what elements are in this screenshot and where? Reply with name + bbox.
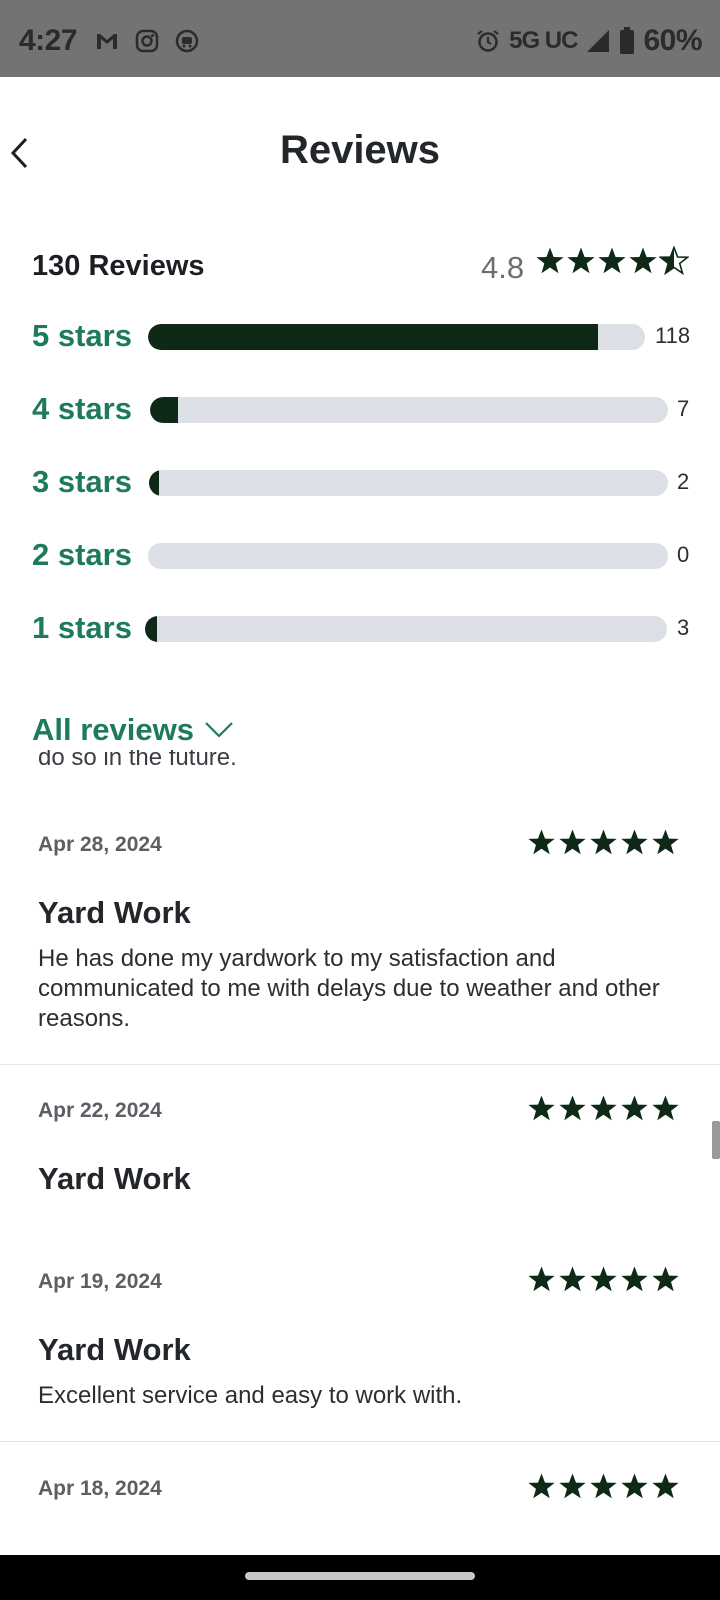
review-body: He has done my yardwork to my satisfacti… (38, 945, 660, 1032)
star-filled-icon (590, 1095, 617, 1121)
all-reviews-label: All reviews (32, 712, 194, 747)
average-rating-stars (535, 246, 689, 276)
rating-row-label: 2 stars (32, 537, 132, 572)
rating-bar-fill (150, 397, 178, 423)
instagram-icon (135, 29, 159, 53)
navigation-bar (0, 1555, 720, 1600)
star-filled-icon (528, 1266, 555, 1292)
rating-row-count: 2 (677, 469, 690, 494)
review-body-partial: do so in the future. (38, 750, 237, 771)
network-indicator: 5G UC (509, 27, 578, 54)
review-body: Excellent service and easy to work with. (38, 1382, 463, 1409)
alarm-icon (477, 30, 499, 52)
star-filled-icon (590, 1266, 617, 1292)
back-button[interactable] (0, 128, 40, 178)
review-stars (527, 1265, 680, 1294)
star-filled-icon (652, 829, 679, 855)
page-title: Reviews (279, 128, 441, 172)
rating-bar-fill (145, 616, 157, 642)
rating-row[interactable]: 2 stars 0 (0, 535, 720, 575)
star-filled-icon (652, 1473, 679, 1499)
rating-row-count: 0 (677, 542, 690, 567)
rating-bar-fill (148, 324, 599, 350)
status-bar: 4:27 5G UC 60% (0, 0, 720, 77)
star-filled-icon (621, 1266, 648, 1292)
review-title: Yard Work (38, 1161, 191, 1196)
star-filled-icon (621, 829, 648, 855)
chevron-left-icon (10, 137, 28, 169)
home-handle[interactable] (245, 1572, 475, 1580)
rating-bar-track (148, 324, 645, 350)
review-stars (527, 1094, 680, 1123)
star-filled-icon (528, 1095, 555, 1121)
review-stars (527, 1472, 680, 1501)
rating-bar-track (148, 543, 668, 569)
star-filled-icon (528, 1473, 555, 1499)
star-filled-icon (590, 829, 617, 855)
scrollbar-thumb[interactable] (712, 1121, 720, 1159)
rating-row[interactable]: 3 stars 2 (0, 462, 720, 502)
star-filled-icon (652, 1095, 679, 1121)
rating-bar-fill (149, 470, 159, 496)
app-icon (175, 29, 199, 53)
star-half-icon (659, 246, 689, 276)
rating-row-label: 4 stars (32, 391, 132, 426)
reviews-count: 130 Reviews (32, 250, 205, 282)
divider (0, 1064, 720, 1065)
star-filled-icon (652, 1266, 679, 1292)
rating-row[interactable]: 1 stars 3 (0, 608, 720, 648)
divider (0, 1441, 720, 1442)
rating-row-count: 3 (677, 615, 690, 640)
star-filled-icon (528, 829, 555, 855)
rating-bar-track (150, 397, 668, 423)
rating-row-label: 5 stars (32, 318, 132, 353)
star-filled-icon (590, 1473, 617, 1499)
review-list[interactable]: do so in the future. Apr 28, 2024 Yard W… (0, 750, 720, 1555)
star-filled-icon (559, 1473, 586, 1499)
review-date: Apr 18, 2024 (38, 1477, 162, 1500)
review-date: Apr 28, 2024 (38, 833, 162, 856)
review-title: Yard Work (38, 1332, 191, 1367)
signal-icon (587, 30, 610, 52)
review-date: Apr 22, 2024 (38, 1099, 162, 1122)
battery-percent: 60% (643, 24, 702, 57)
rating-bar-track (145, 616, 667, 642)
review-date: Apr 19, 2024 (38, 1270, 162, 1293)
average-rating: 4.8 (481, 250, 525, 285)
rating-row[interactable]: 4 stars 7 (0, 389, 720, 429)
review-title: Yard Work (38, 895, 191, 930)
review-stars (527, 828, 680, 857)
star-filled-icon (559, 1266, 586, 1292)
star-filled-icon (629, 247, 657, 274)
star-filled-icon (559, 1095, 586, 1121)
battery-icon (620, 27, 635, 54)
star-filled-icon (621, 1473, 648, 1499)
rating-row-label: 3 stars (32, 464, 132, 499)
status-time: 4:27 (19, 24, 78, 57)
rating-row-count: 118 (655, 323, 691, 348)
star-filled-icon (621, 1095, 648, 1121)
chevron-down-icon (205, 722, 233, 738)
star-filled-icon (567, 247, 595, 274)
rating-bar-track (149, 470, 668, 496)
star-filled-icon (536, 247, 564, 274)
rating-row-count: 7 (677, 396, 690, 421)
star-filled-icon (598, 247, 626, 274)
all-reviews-dropdown[interactable]: All reviews (32, 712, 234, 748)
rating-row[interactable]: 5 stars 118 (0, 316, 720, 356)
rating-row-label: 1 stars (32, 610, 132, 645)
gmail-icon (97, 34, 117, 49)
star-filled-icon (559, 829, 586, 855)
